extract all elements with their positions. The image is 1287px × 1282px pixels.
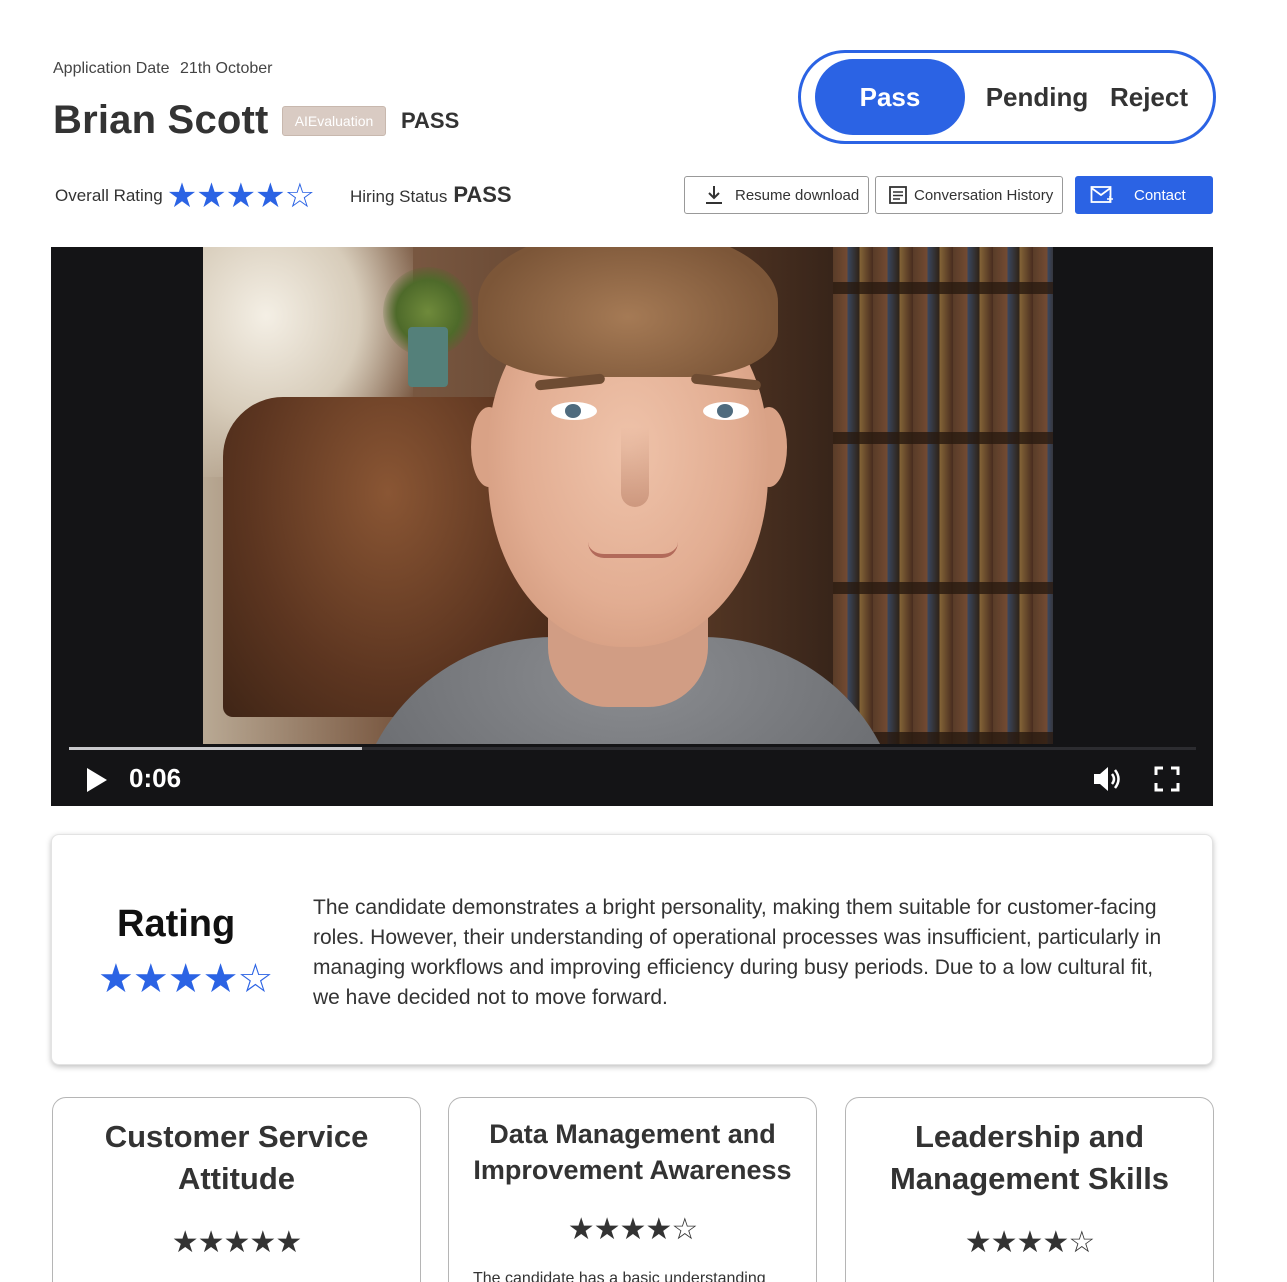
candidate-name: Brian Scott [53, 98, 269, 142]
pending-option[interactable]: Pending [977, 59, 1097, 135]
skill-stars: ★★★★☆ [567, 1213, 698, 1246]
download-icon [706, 186, 722, 204]
overall-rating: Overall Rating ★★★★☆ [55, 177, 315, 215]
rating-stars: ★★★★☆ [98, 957, 273, 1001]
overall-rating-label: Overall Rating [55, 186, 163, 205]
decision-toggle: Pass Pending Reject [798, 50, 1216, 144]
video-progress-bar[interactable] [69, 747, 1196, 750]
application-date-value: 21th October [179, 60, 273, 77]
skill-title: Leadership and Management Skills [889, 1119, 1170, 1196]
reject-option[interactable]: Reject [1101, 59, 1197, 135]
application-date-label: Application Date [53, 60, 170, 77]
skill-card-leadership: Leadership and Management Skills ★★★★☆ [845, 1097, 1214, 1282]
play-icon[interactable] [85, 767, 109, 793]
ai-evaluation-result: PASS [401, 108, 460, 133]
rating-title: Rating [117, 903, 236, 945]
skill-title: Data Management and Improvement Awarenes… [473, 1119, 792, 1185]
skill-stars: ★★★★☆ [964, 1226, 1095, 1259]
hiring-status-value: PASS [453, 182, 512, 207]
resume-download-button[interactable]: Resume download [684, 176, 869, 214]
document-list-icon [889, 186, 907, 204]
conversation-history-label: Conversation History [914, 186, 1054, 204]
rating-summary-card: Rating ★★★★☆ The candidate demonstrates … [51, 834, 1213, 1065]
candidate-video-frame [203, 247, 1053, 744]
resume-download-label: Resume download [735, 186, 860, 204]
hiring-status: Hiring Status PASS [350, 182, 512, 208]
video-progress-played [69, 747, 363, 750]
contact-label: Contact [1134, 186, 1186, 204]
skill-description: The candidate has a basic understanding [473, 1270, 766, 1282]
contact-button[interactable]: Contact [1075, 176, 1213, 214]
application-date: Application Date 21th October [53, 60, 272, 78]
mail-icon [1090, 186, 1113, 203]
fullscreen-icon[interactable] [1154, 766, 1180, 792]
hiring-status-label: Hiring Status [350, 187, 448, 206]
skill-stars: ★★★★★ [171, 1226, 302, 1259]
overall-rating-stars: ★★★★☆ [166, 177, 315, 215]
ai-evaluation-badge: AIEvaluation [282, 106, 386, 136]
video-player[interactable]: 0:06 [51, 247, 1213, 806]
volume-icon[interactable] [1092, 765, 1124, 793]
skill-title: Customer Service Attitude [104, 1119, 369, 1196]
rating-summary-text: The candidate demonstrates a bright pers… [313, 896, 1162, 1009]
video-time: 0:06 [129, 763, 182, 793]
pass-option[interactable]: Pass [815, 59, 965, 135]
conversation-history-button[interactable]: Conversation History [875, 176, 1063, 214]
skill-card-customer-service: Customer Service Attitude ★★★★★ [52, 1097, 421, 1282]
skill-card-data-management: Data Management and Improvement Awarenes… [448, 1097, 817, 1282]
